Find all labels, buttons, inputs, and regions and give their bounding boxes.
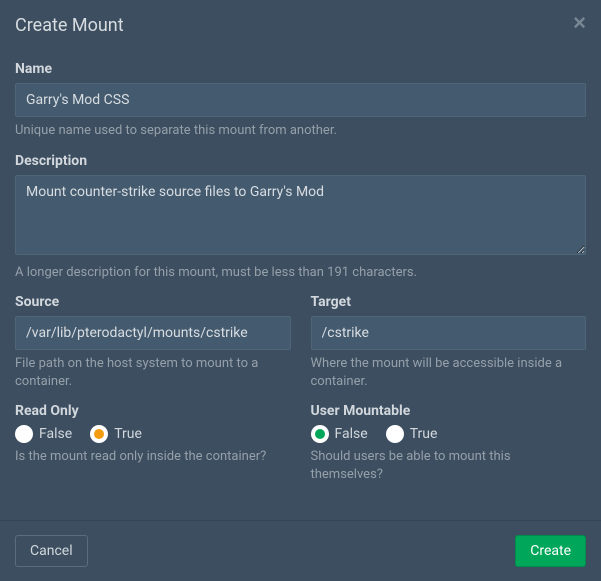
mountable-false-label: False — [335, 426, 368, 442]
description-help: A longer description for this mount, mus… — [15, 264, 586, 282]
source-group: Source File path on the host system to m… — [15, 294, 291, 390]
readonly-true-option[interactable]: True — [90, 425, 142, 443]
description-group: Description Mount counter-strike source … — [15, 153, 586, 282]
name-help: Unique name used to separate this mount … — [15, 122, 586, 140]
create-button[interactable]: Create — [515, 535, 586, 567]
mountable-radio-group: False True — [311, 425, 587, 443]
readonly-false-option[interactable]: False — [15, 425, 72, 443]
close-button[interactable]: × — [573, 12, 586, 34]
mountable-false-option[interactable]: False — [311, 425, 368, 443]
radio-icon — [311, 425, 329, 443]
modal-body: Name Unique name used to separate this m… — [0, 56, 601, 520]
mountable-true-option[interactable]: True — [386, 425, 438, 443]
target-group: Target Where the mount will be accessibl… — [311, 294, 587, 390]
description-input[interactable]: Mount counter-strike source files to Gar… — [15, 175, 586, 255]
mountable-label: User Mountable — [311, 403, 587, 419]
create-mount-modal: Create Mount × Name Unique name used to … — [0, 0, 601, 581]
close-icon: × — [573, 10, 586, 35]
source-help: File path on the host system to mount to… — [15, 355, 291, 390]
radio-icon — [15, 425, 33, 443]
source-target-row: Source File path on the host system to m… — [15, 294, 586, 403]
readonly-label: Read Only — [15, 403, 291, 419]
modal-header: Create Mount × — [0, 0, 601, 56]
readonly-mountable-row: Read Only False True Is the mount read o… — [15, 403, 586, 496]
name-group: Name Unique name used to separate this m… — [15, 61, 586, 140]
target-input[interactable] — [311, 316, 587, 350]
readonly-radio-group: False True — [15, 425, 291, 443]
modal-title: Create Mount — [15, 15, 586, 36]
description-label: Description — [15, 153, 586, 169]
name-input[interactable] — [15, 83, 586, 117]
source-label: Source — [15, 294, 291, 310]
mountable-true-label: True — [410, 426, 438, 442]
target-help: Where the mount will be accessible insid… — [311, 355, 587, 390]
readonly-help: Is the mount read only inside the contai… — [15, 448, 291, 466]
readonly-false-label: False — [39, 426, 72, 442]
modal-footer: Cancel Create — [0, 520, 601, 581]
source-input[interactable] — [15, 316, 291, 350]
readonly-true-label: True — [114, 426, 142, 442]
name-label: Name — [15, 61, 586, 77]
radio-icon — [90, 425, 108, 443]
mountable-group: User Mountable False True Should users b… — [311, 403, 587, 483]
mountable-help: Should users be able to mount this thems… — [311, 448, 587, 483]
radio-icon — [386, 425, 404, 443]
target-label: Target — [311, 294, 587, 310]
cancel-button[interactable]: Cancel — [15, 535, 88, 567]
readonly-group: Read Only False True Is the mount read o… — [15, 403, 291, 483]
